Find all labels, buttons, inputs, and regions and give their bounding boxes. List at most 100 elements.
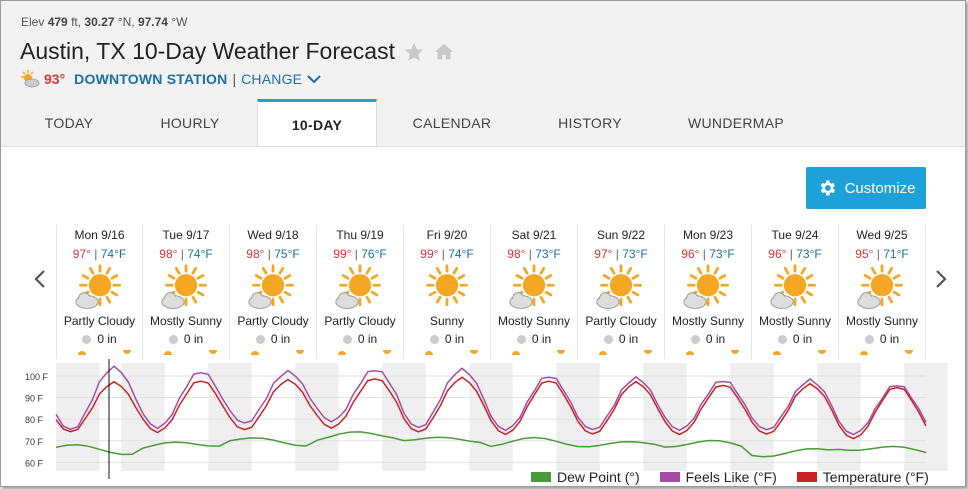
legend-swatch (659, 472, 680, 482)
legend-temperature[interactable]: Temperature (°F) (796, 469, 929, 485)
chevron-right-icon[interactable] (934, 269, 948, 289)
precipitation: 0 in (752, 332, 838, 346)
sunny-icon (426, 264, 468, 307)
tab-10-day[interactable]: 10-DAY (257, 99, 377, 147)
day-column[interactable]: Sat 9/21 98° | 73°F Mostly Sunny 0 in (491, 225, 578, 359)
day-column[interactable]: Tue 9/17 98° | 74°F Mostly Sunny 0 in (143, 225, 230, 359)
mostly-sunny-icon (683, 264, 729, 309)
partly-cloudy-icon (596, 264, 642, 309)
low-temp: 73°F (535, 247, 561, 261)
condition-label: Mostly Sunny (845, 314, 919, 328)
sunset-icon (644, 350, 652, 354)
day-column[interactable]: Sun 9/22 97° | 73°F Partly Cloudy 0 in (578, 225, 665, 359)
y-tick-label: 60 F (25, 458, 44, 468)
tab-calendar[interactable]: CALENDAR (377, 99, 527, 146)
legend-dew-point[interactable]: Dew Point (°) (531, 469, 640, 485)
day-temps: 96° | 73°F (768, 247, 822, 261)
mostly-sunny-icon (161, 264, 207, 309)
precip-amount: 0 in (97, 332, 117, 346)
raindrop-icon (516, 335, 526, 345)
home-icon[interactable] (433, 41, 455, 63)
low-temp: 76°F (361, 247, 387, 261)
condition-label: Mostly Sunny (758, 314, 832, 328)
day-temps: 98° | 74°F (159, 247, 213, 261)
legend-label: Feels Like (°F) (685, 469, 777, 485)
sunrise-icon (251, 351, 259, 355)
precip-amount: 0 in (705, 332, 726, 346)
precip-amount: 0 in (792, 332, 813, 346)
day-column[interactable]: Mon 9/16 97° | 74°F Partly Cloudy 0 in (56, 225, 143, 359)
night-band (295, 363, 339, 471)
sunrise-icon (860, 351, 868, 355)
mostly-sunny-icon (509, 264, 555, 309)
tab-hourly[interactable]: HOURLY (123, 99, 257, 146)
precipitation: 0 in (57, 332, 142, 346)
precip-amount: 0 in (270, 332, 291, 346)
gear-icon (820, 180, 835, 196)
day-column[interactable]: Fri 9/20 99° | 74°F Sunny 0 in (404, 225, 491, 359)
y-tick-label: 70 F (25, 437, 44, 447)
partly-cloudy-icon (248, 264, 294, 309)
sunset-icon (383, 350, 391, 354)
customize-button[interactable]: Customize (806, 167, 926, 209)
station-name[interactable]: DOWNTOWN STATION (74, 71, 227, 87)
sunset-icon (123, 350, 131, 354)
precipitation: 0 in (317, 332, 403, 346)
y-tick-label: 100 F (25, 372, 49, 382)
legend-label: Dew Point (°) (557, 469, 640, 485)
high-temp: 96° (681, 247, 700, 261)
precip-amount: 0 in (357, 332, 378, 346)
daily-forecast-row: Mon 9/16 97° | 74°F Partly Cloudy 0 in T… (56, 225, 926, 359)
chevron-left-icon[interactable] (33, 269, 47, 289)
day-date: Tue 9/24 (771, 228, 819, 242)
tab-wundermap[interactable]: WUNDERMAP (653, 99, 819, 146)
raindrop-icon (777, 335, 787, 345)
raindrop-icon (168, 335, 178, 345)
precip-amount: 0 in (444, 332, 465, 346)
high-temp: 98° (159, 247, 178, 261)
sunset-icon (818, 350, 826, 354)
sunrise-icon (338, 351, 346, 355)
low-temp: 73°F (622, 247, 648, 261)
day-date: Tue 9/17 (162, 228, 210, 242)
sunset-icon (731, 350, 739, 354)
day-column[interactable]: Wed 9/18 98° | 75°F Partly Cloudy 0 in (230, 225, 317, 359)
night-band (56, 363, 100, 471)
chevron-down-icon[interactable] (307, 74, 321, 84)
legend-swatch (796, 472, 817, 482)
condition-label: Partly Cloudy (63, 314, 136, 328)
mostly-sunny-icon (770, 264, 816, 309)
raindrop-icon (429, 335, 439, 345)
day-column[interactable]: Wed 9/25 95° | 71°F Mostly Sunny 0 in (839, 225, 926, 359)
sunrise-icon (78, 351, 86, 355)
separator: | (232, 71, 237, 87)
current-temp: 93° (44, 71, 66, 87)
chart-legend: Dew Point (°) Feels Like (°F) Temperatur… (531, 469, 929, 485)
partly-cloudy-icon (335, 264, 381, 309)
y-tick-label: 90 F (25, 394, 44, 404)
day-temps: 98° | 73°F (507, 247, 561, 261)
condition-label: Sunny (429, 314, 465, 328)
sunset-icon (296, 350, 304, 354)
mostly-sunny-icon (857, 264, 903, 309)
precip-amount: 0 in (531, 332, 552, 346)
weather-page: Elev 479 ft, 30.27 °N, 97.74 °W Austin, … (0, 0, 966, 487)
page-title: Austin, TX 10-Day Weather Forecast (20, 38, 395, 64)
star-icon[interactable] (403, 41, 425, 63)
day-date: Sat 9/21 (511, 228, 557, 242)
sunset-icon (470, 350, 478, 354)
high-temp: 97° (594, 247, 613, 261)
day-temps: 95° | 71°F (855, 247, 909, 261)
day-column[interactable]: Thu 9/19 99° | 76°F Partly Cloudy 0 in (317, 225, 404, 359)
condition-label: Partly Cloudy (237, 314, 309, 328)
condition-label: Partly Cloudy (324, 314, 396, 328)
tab-history[interactable]: HISTORY (527, 99, 653, 146)
legend-feels-like[interactable]: Feels Like (°F) (659, 469, 777, 485)
tab-bar: TODAY HOURLY 10-DAY CALENDAR HISTORY WUN… (15, 99, 819, 147)
low-temp: 71°F (883, 247, 909, 261)
tab-today[interactable]: TODAY (15, 99, 123, 146)
day-column[interactable]: Mon 9/23 96° | 73°F Mostly Sunny 0 in (665, 225, 752, 359)
customize-label: Customize (844, 179, 916, 197)
change-station-link[interactable]: CHANGE (241, 71, 302, 87)
day-column[interactable]: Tue 9/24 96° | 73°F Mostly Sunny 0 in (752, 225, 839, 359)
